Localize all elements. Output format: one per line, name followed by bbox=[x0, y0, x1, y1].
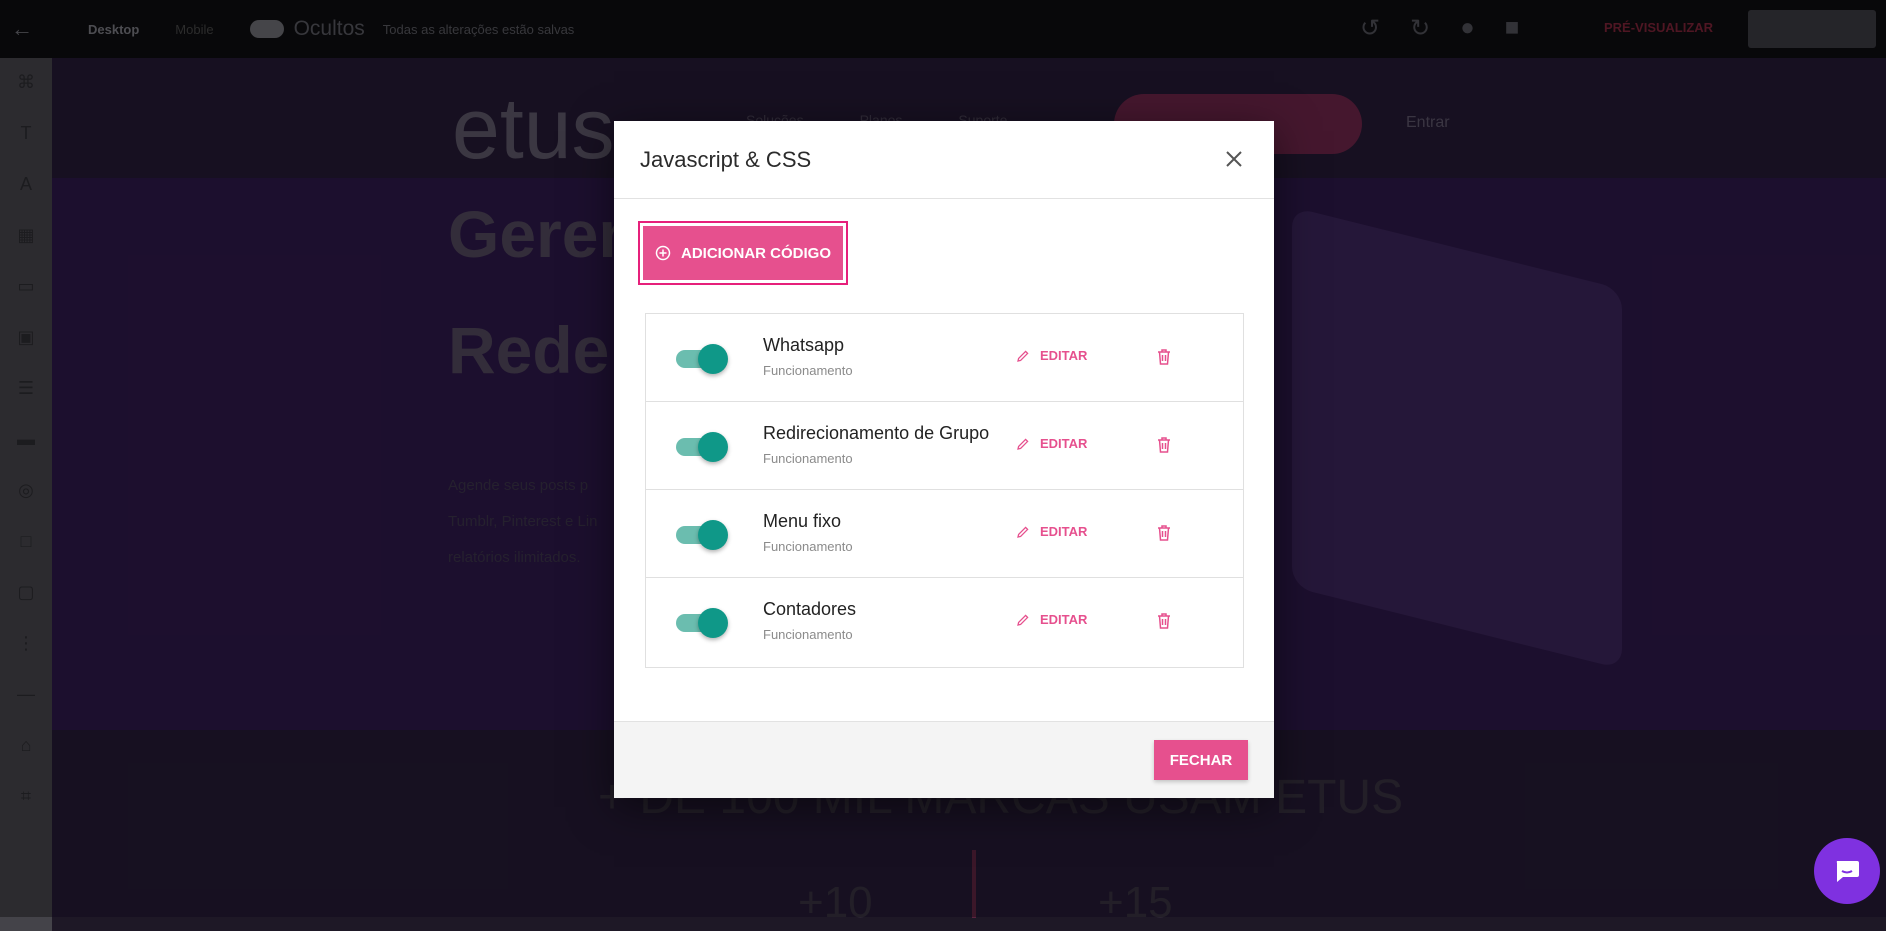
plus-circle-icon bbox=[655, 245, 671, 261]
chat-button[interactable] bbox=[1814, 838, 1880, 904]
trash-icon[interactable] bbox=[1156, 524, 1172, 542]
edit-label: EDITAR bbox=[1040, 524, 1088, 539]
chat-bubble-icon bbox=[1836, 861, 1859, 882]
enable-toggle[interactable] bbox=[676, 608, 728, 638]
code-subtitle: Funcionamento bbox=[763, 627, 853, 642]
edit-button[interactable]: EDITAR bbox=[1016, 348, 1087, 363]
code-list: Whatsapp Funcionamento EDITAR Redirecion… bbox=[645, 313, 1244, 668]
modal-header: Javascript & CSS bbox=[614, 121, 1274, 199]
trash-icon[interactable] bbox=[1156, 348, 1172, 366]
close-icon[interactable] bbox=[1222, 147, 1246, 171]
edit-label: EDITAR bbox=[1040, 436, 1088, 451]
code-subtitle: Funcionamento bbox=[763, 451, 853, 466]
javascript-css-modal: Javascript & CSS ADICIONAR CÓDIGO Whatsa… bbox=[614, 121, 1274, 798]
code-title: Menu fixo bbox=[763, 511, 842, 531]
enable-toggle[interactable] bbox=[676, 520, 728, 550]
pencil-icon bbox=[1017, 437, 1029, 450]
code-list-item: Contadores Funcionamento EDITAR bbox=[646, 578, 1243, 667]
pencil-icon bbox=[1017, 613, 1029, 626]
pencil-icon bbox=[1017, 349, 1029, 362]
edit-button[interactable]: EDITAR bbox=[1016, 524, 1087, 539]
code-title: Redirecionamento de Grupo bbox=[763, 423, 990, 443]
add-code-label: ADICIONAR CÓDIGO bbox=[681, 244, 831, 262]
modal-title: Javascript & CSS bbox=[640, 146, 812, 172]
code-list-item: Menu fixo Funcionamento EDITAR bbox=[646, 490, 1243, 578]
code-title: Whatsapp bbox=[763, 335, 845, 355]
edit-label: EDITAR bbox=[1040, 348, 1088, 363]
code-list-item: Whatsapp Funcionamento EDITAR bbox=[646, 314, 1243, 402]
trash-icon[interactable] bbox=[1156, 436, 1172, 454]
edit-label: EDITAR bbox=[1040, 612, 1088, 627]
close-button[interactable]: FECHAR bbox=[1154, 740, 1248, 780]
modal-footer: FECHAR bbox=[614, 721, 1274, 798]
code-title: Contadores bbox=[763, 599, 857, 619]
add-code-focus-ring: ADICIONAR CÓDIGO bbox=[638, 221, 848, 285]
add-code-button[interactable]: ADICIONAR CÓDIGO bbox=[643, 226, 843, 280]
pencil-icon bbox=[1017, 525, 1029, 538]
edit-button[interactable]: EDITAR bbox=[1016, 612, 1087, 627]
code-subtitle: Funcionamento bbox=[763, 363, 853, 378]
trash-icon[interactable] bbox=[1156, 612, 1172, 630]
enable-toggle[interactable] bbox=[676, 344, 728, 374]
code-list-item: Redirecionamento de Grupo Funcionamento … bbox=[646, 402, 1243, 490]
enable-toggle[interactable] bbox=[676, 432, 728, 462]
code-subtitle: Funcionamento bbox=[763, 539, 853, 554]
edit-button[interactable]: EDITAR bbox=[1016, 436, 1087, 451]
